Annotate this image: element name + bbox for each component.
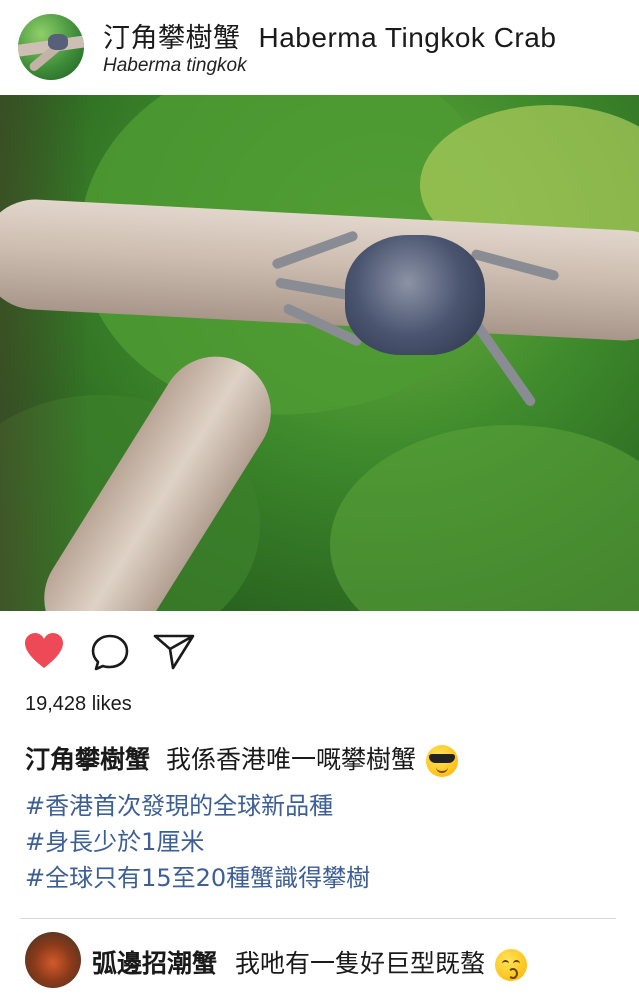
caption-username[interactable]: 汀角攀樹蟹 [25,745,150,774]
commenter-avatar[interactable] [25,932,81,988]
caption: 汀角攀樹蟹 我係香港唯一嘅攀樹蟹 [25,740,459,777]
hashtag-link[interactable]: #全球只有15至20種蟹識得攀樹 [25,858,370,893]
paper-plane-icon[interactable] [152,630,196,674]
comment-row: 弧邊招潮蟹 我吔有一隻好巨型既螯 [0,928,639,1000]
profile-avatar[interactable] [18,14,84,80]
username[interactable]: 汀角攀樹蟹 Haberma Tingkok Crab [103,16,556,55]
comment-text: 我吔有一隻好巨型既螯 [235,949,486,978]
post-header: 汀角攀樹蟹 Haberma Tingkok Crab Haberma tingko… [0,0,639,94]
username-en[interactable]: Haberma Tingkok Crab [259,22,557,53]
likes-count[interactable]: 19,428 likes [25,693,132,716]
caption-text: 我係香港唯一嘅攀樹蟹 [166,745,417,774]
action-bar [0,620,639,690]
kissing-emoji-icon [495,949,528,981]
hashtag-link[interactable]: #香港首次發現的全球新品種 [25,786,333,821]
hashtag-link[interactable]: #身長少於1厘米 [25,822,204,857]
divider [20,918,616,919]
location-subtitle: Haberma tingkok [103,55,247,76]
speech-bubble-icon[interactable] [88,630,132,674]
post-photo[interactable] [0,95,639,611]
heart-icon[interactable] [22,630,66,674]
sunglasses-emoji-icon [426,745,459,777]
username-zh[interactable]: 汀角攀樹蟹 [103,23,241,54]
crab [345,235,485,355]
commenter-username[interactable]: 弧邊招潮蟹 [92,949,217,978]
